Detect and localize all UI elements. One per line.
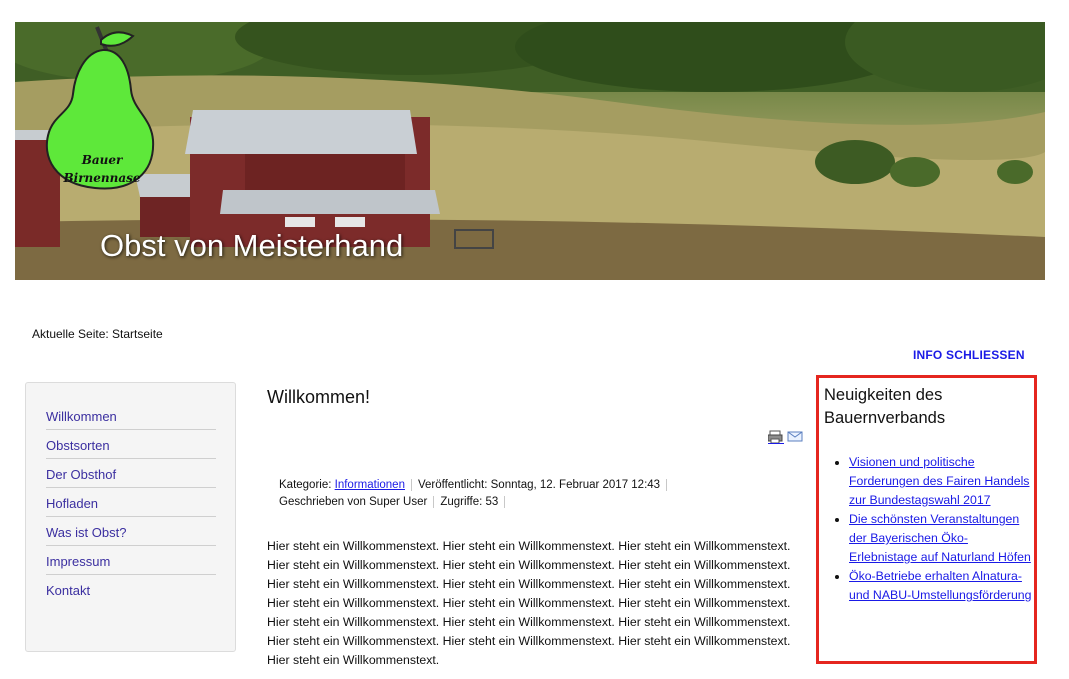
- article-tools: [767, 430, 804, 444]
- main-menu: Willkommen Obstsorten Der Obsthof Hoflad…: [25, 382, 236, 652]
- menu-item-willkommen[interactable]: Willkommen: [46, 401, 216, 430]
- news-link-2[interactable]: Die schönsten Veranstaltungen der Bayeri…: [849, 512, 1031, 564]
- breadcrumb: Aktuelle Seite: Startseite: [32, 327, 163, 341]
- logo-line-2: Birnennase: [63, 171, 141, 185]
- menu-item-impressum[interactable]: Impressum: [46, 546, 216, 575]
- print-icon[interactable]: [767, 430, 784, 444]
- category-link[interactable]: Informationen: [335, 479, 405, 491]
- published-date: Veröffentlicht: Sonntag, 12. Februar 201…: [417, 479, 668, 491]
- menu-item-hofladen[interactable]: Hofladen: [46, 488, 216, 517]
- banner-title: Obst von Meisterhand: [100, 228, 404, 263]
- news-item: Öko-Betriebe erhalten Alnatura- und NABU…: [849, 567, 1032, 605]
- news-link-3[interactable]: Öko-Betriebe erhalten Alnatura- und NABU…: [849, 569, 1032, 602]
- email-icon[interactable]: [787, 431, 803, 442]
- info-close-link[interactable]: INFO SCHLIESSEN: [913, 348, 1025, 362]
- hits-count: Zugriffe: 53: [440, 496, 506, 508]
- menu-item-was-ist-obst[interactable]: Was ist Obst?: [46, 517, 216, 546]
- category-label: Kategorie:: [279, 479, 332, 491]
- menu-item-kontakt[interactable]: Kontakt: [46, 575, 216, 604]
- header-banner: Bauer Birnennase Obst von Meisterhand: [15, 22, 1045, 280]
- article-title: Willkommen!: [267, 387, 371, 407]
- category-info: Kategorie: Informationen: [279, 479, 412, 491]
- news-link-1[interactable]: Visionen und politische Forderungen des …: [849, 455, 1029, 507]
- article-meta: Kategorie: Informationen Veröffentlicht: …: [279, 477, 673, 511]
- news-item: Visionen und politische Forderungen des …: [849, 453, 1032, 510]
- logo-text: Bauer Birnennase: [57, 151, 147, 187]
- menu-item-der-obsthof[interactable]: Der Obsthof: [46, 459, 216, 488]
- news-title: Neuigkeiten des Bauernverbands: [824, 386, 946, 427]
- author: Geschrieben von Super User: [279, 496, 435, 508]
- menu-item-obstsorten[interactable]: Obstsorten: [46, 430, 216, 459]
- logo-line-1: Bauer: [81, 153, 123, 167]
- news-item: Die schönsten Veranstaltungen der Bayeri…: [849, 510, 1032, 567]
- news-module: Neuigkeiten des Bauernverbands Visionen …: [816, 375, 1037, 664]
- article-body: Hier steht ein Willkommenstext. Hier ste…: [267, 539, 791, 667]
